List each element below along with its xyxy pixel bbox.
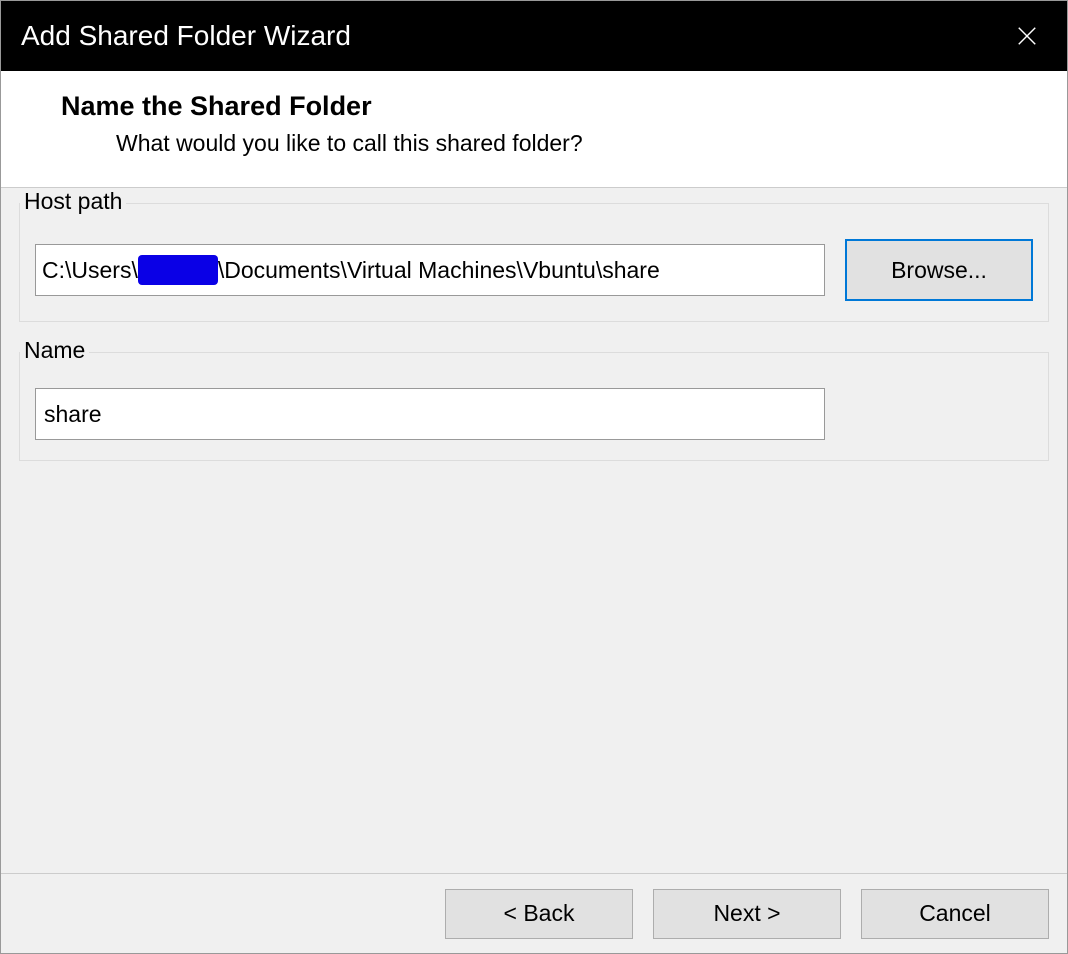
- host-path-group: Host path C:\Users\\Documents\Virtual Ma…: [19, 203, 1049, 322]
- host-path-value-post: \Documents\Virtual Machines\Vbuntu\share: [218, 257, 660, 284]
- host-path-label: Host path: [20, 188, 126, 215]
- wizard-header: Name the Shared Folder What would you li…: [1, 71, 1067, 188]
- page-subtitle: What would you like to call this shared …: [61, 130, 1007, 157]
- host-path-input[interactable]: C:\Users\ \Documents\Virtual Machines\Vbu…: [35, 244, 825, 296]
- host-path-row: C:\Users\ \Documents\Virtual Machines\Vbu…: [35, 239, 1033, 301]
- next-button-label: Next >: [713, 900, 780, 927]
- page-title: Name the Shared Folder: [61, 91, 1007, 122]
- name-label: Name: [20, 337, 89, 364]
- redacted-username: [138, 255, 218, 285]
- browse-button-label: Browse...: [891, 257, 987, 284]
- titlebar: Add Shared Folder Wizard: [1, 1, 1067, 71]
- wizard-body: Host path C:\Users\ \Documents\Virtual Ma…: [1, 188, 1067, 873]
- browse-button[interactable]: Browse...: [845, 239, 1033, 301]
- name-group: Name: [19, 352, 1049, 461]
- close-icon: [1016, 25, 1038, 47]
- wizard-footer: < Back Next > Cancel: [1, 873, 1067, 953]
- next-button[interactable]: Next >: [653, 889, 841, 939]
- name-input[interactable]: [35, 388, 825, 440]
- window-title: Add Shared Folder Wizard: [21, 20, 351, 52]
- close-button[interactable]: [1007, 16, 1047, 56]
- wizard-window: Add Shared Folder Wizard Name the Shared…: [0, 0, 1068, 954]
- cancel-button[interactable]: Cancel: [861, 889, 1049, 939]
- back-button-label: < Back: [504, 900, 575, 927]
- back-button[interactable]: < Back: [445, 889, 633, 939]
- host-path-value-pre: C:\Users\: [42, 257, 138, 284]
- cancel-button-label: Cancel: [919, 900, 991, 927]
